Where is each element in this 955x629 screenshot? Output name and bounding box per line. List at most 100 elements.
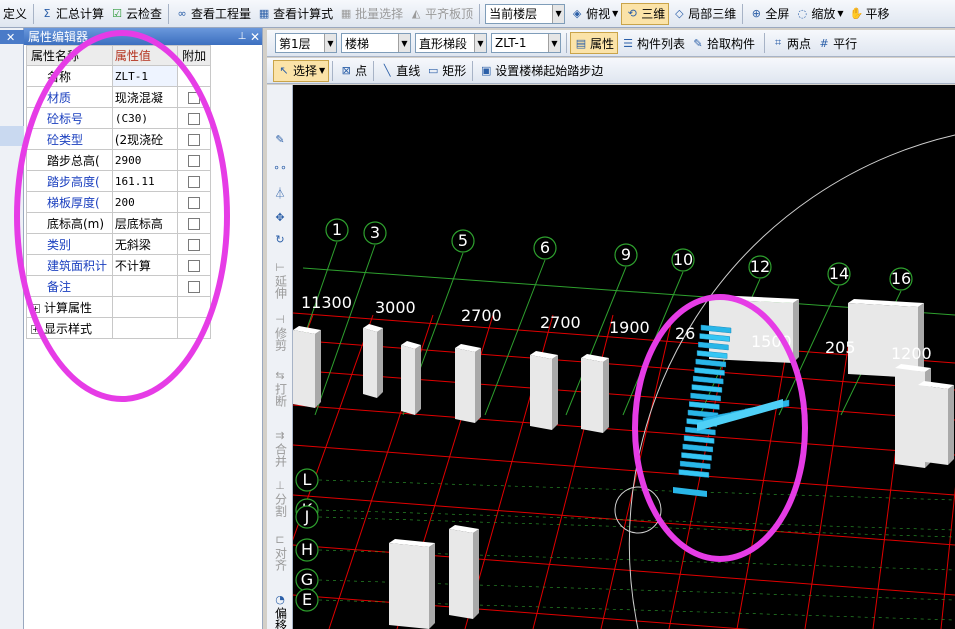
extra-checkbox[interactable] [188,175,201,188]
property-row[interactable]: 踏步高度(161.11 [26,170,211,192]
viewport-canvas[interactable]: 1356910121416LKJHGE 11300300027002700190… [293,85,955,629]
mirror-icon: ⏃ [274,187,286,200]
property-row[interactable]: 类别 无斜梁 [26,233,211,255]
chevron-down-icon: ▼ [612,9,619,18]
property-value[interactable]: 2900 [111,149,179,171]
copy-tool-button[interactable]: ∘∘ [268,161,292,175]
extra-checkbox[interactable] [188,259,201,272]
property-row[interactable]: 砼类型 (2现浇砼 [26,128,211,150]
property-group-row[interactable]: + 显示样式 [26,317,211,339]
3d-viewport[interactable]: 1356910121416LKJHGE 11300300027002700190… [293,85,955,629]
close-icon[interactable]: ✕ [6,31,15,44]
batch-select-label: 批量选择 [355,7,404,21]
cloud-check-button[interactable]: ☑ 云检查 [107,3,165,25]
properties-button[interactable]: ▤ 属性 [570,32,619,54]
property-value[interactable]: 161.11 [111,170,179,192]
split-tool-button[interactable]: ⊥ 分割 [268,479,292,517]
pick-component-button[interactable]: ✎ 拾取构件 [688,32,758,54]
close-icon[interactable]: ✕ [248,30,262,44]
expand-icon[interactable]: + [31,324,40,334]
full-screen-button[interactable]: ⊕ 全屏 [746,3,792,25]
floor-select[interactable]: 第1层 ▼ [275,33,337,53]
brush-tool-button[interactable]: ✎ [268,133,292,147]
offset-tool-button[interactable]: ◔ 偏移 [268,593,292,629]
property-row[interactable]: 底标高(m) 层底标高 [26,212,211,234]
pan-button[interactable]: ✋ 平移 [847,3,893,25]
property-group-row[interactable]: + 计算属性 [26,296,211,318]
property-value[interactable]: 200 [111,191,179,213]
property-row[interactable]: 砼标号 (C30) [26,107,211,129]
extra-checkbox[interactable] [188,280,201,293]
view-formula-button[interactable]: ▦ 查看计算式 [254,3,336,25]
property-value[interactable] [111,275,179,297]
expand-icon[interactable]: + [31,303,40,313]
property-row[interactable]: 梯板厚度(200 [26,191,211,213]
extra-checkbox[interactable] [188,196,201,209]
property-name: 砼类型 [26,128,113,150]
line-tool-button[interactable]: ╲ 直线 [377,60,423,82]
property-value[interactable]: 现浇混凝 [111,86,179,108]
summary-calc-button[interactable]: Σ 汇总计算 [37,3,107,25]
axis-bubble-label: J [304,507,310,526]
property-value[interactable]: 不计算 [111,254,179,276]
property-row[interactable]: 建筑面积计 不计算 [26,254,211,276]
property-name: 建筑面积计 [26,254,113,276]
floor-scope-select[interactable]: 当前楼层 ▼ [485,3,566,24]
mirror-tool-button[interactable]: ⏃ [268,187,292,201]
move-tool-button[interactable]: ✥ [268,211,292,225]
extra-checkbox[interactable] [188,133,201,146]
property-group[interactable]: + 显示样式 [26,317,113,339]
stair-kind-select[interactable]: 直形梯段 ▼ [415,33,487,53]
view-quantity-button[interactable]: ∞ 查看工程量 [172,3,254,25]
toolbar-separator [566,33,567,53]
column-side [603,358,609,433]
two-point-button[interactable]: ⌗ 两点 [768,32,814,54]
chevron-down-icon: ▼ [324,34,336,52]
select-tool-button[interactable]: ↖ 选择 ▼ [273,59,330,82]
column-side [377,328,383,398]
extra-checkbox[interactable] [188,238,201,251]
property-value[interactable]: ZLT-1 [111,65,179,87]
extend-tool-button[interactable]: ⊢ 延伸 [268,261,292,299]
three-d-button[interactable]: ⟲ 三维 [621,2,670,25]
pin-icon[interactable]: ⊥ [236,31,248,42]
zoom-button[interactable]: ◌ 缩放 ▼ [792,3,846,25]
rotate-tool-button[interactable]: ↻ [268,233,292,247]
extra-checkbox[interactable] [188,112,201,125]
top-view-button[interactable]: ◈ 俯视 ▼ [567,3,621,25]
property-row[interactable]: 备注 [26,275,211,297]
zoom-label: 缩放 [811,7,836,21]
local-3d-button[interactable]: ◇ 局部三维 [669,3,739,25]
property-value[interactable]: 层底标高 [111,212,179,234]
point-tool-button[interactable]: ⊠ 点 [336,60,370,82]
property-row[interactable]: 材质 现浇混凝 [26,86,211,108]
merge-tool-button[interactable]: ⇉ 合并 [268,429,292,467]
axis-bubble-label: 14 [829,264,849,283]
stair-step [690,392,721,402]
parallel-button[interactable]: # 平行 [814,32,860,54]
toolbar-separator [168,3,170,24]
property-value[interactable]: (C30) [111,107,179,129]
property-value[interactable]: 无斜梁 [111,233,179,255]
dimension-label: 1900 [609,318,650,337]
property-row[interactable]: 踏步总高(2900 [26,149,211,171]
define-button[interactable]: 定义 [0,3,30,25]
property-group-label: 计算属性 [44,300,93,315]
set-start-step-button[interactable]: ▣ 设置楼梯起始踏步边 [476,60,606,82]
flush-slab-top-button[interactable]: ◭ 平齐板顶 [406,3,476,25]
align-tool-button[interactable]: ⊏ 对齐 [268,533,292,571]
batch-select-button[interactable]: ▦ 批量选择 [336,3,406,25]
break-tool-button[interactable]: ⇆ 打断 [268,369,292,407]
extra-checkbox[interactable] [188,91,201,104]
trim-tool-button[interactable]: ⊣ 修剪 [268,313,292,351]
property-group[interactable]: + 计算属性 [26,296,113,318]
component-select[interactable]: ZLT-1 ▼ [491,33,561,53]
rect-tool-button[interactable]: ▭ 矩形 [423,60,469,82]
component-list-button[interactable]: ☰ 构件列表 [618,32,688,54]
left-nav-selected-item[interactable] [0,126,24,146]
property-value[interactable]: (2现浇砼 [111,128,179,150]
extra-checkbox[interactable] [188,154,201,167]
property-row[interactable]: 名称 ZLT-1 [26,65,211,87]
extra-checkbox[interactable] [188,217,201,230]
component-type-select[interactable]: 楼梯 ▼ [341,33,411,53]
